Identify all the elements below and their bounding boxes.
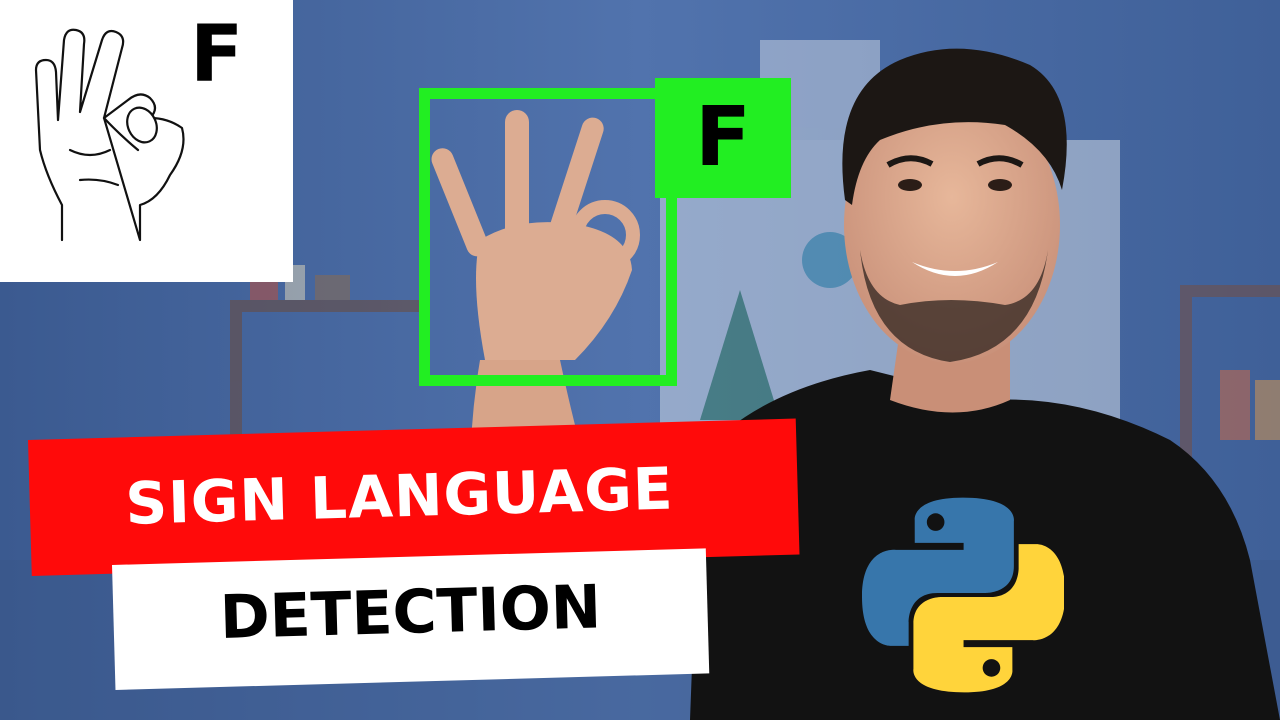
sign-reference-card: F bbox=[0, 0, 293, 282]
hand-sign-f-illustration-icon bbox=[34, 28, 185, 242]
detection-label: F bbox=[694, 90, 751, 185]
title-line-2: DETECTION bbox=[218, 572, 602, 653]
title-line-1: SIGN LANGUAGE bbox=[124, 454, 675, 538]
detection-bounding-box bbox=[419, 88, 677, 386]
detection-label-box: F bbox=[655, 78, 791, 198]
thumbnail: F F SIGN LANGUAGE DETECTION bbox=[0, 0, 1280, 720]
python-logo-icon bbox=[862, 497, 1064, 693]
sign-letter: F bbox=[190, 10, 244, 100]
